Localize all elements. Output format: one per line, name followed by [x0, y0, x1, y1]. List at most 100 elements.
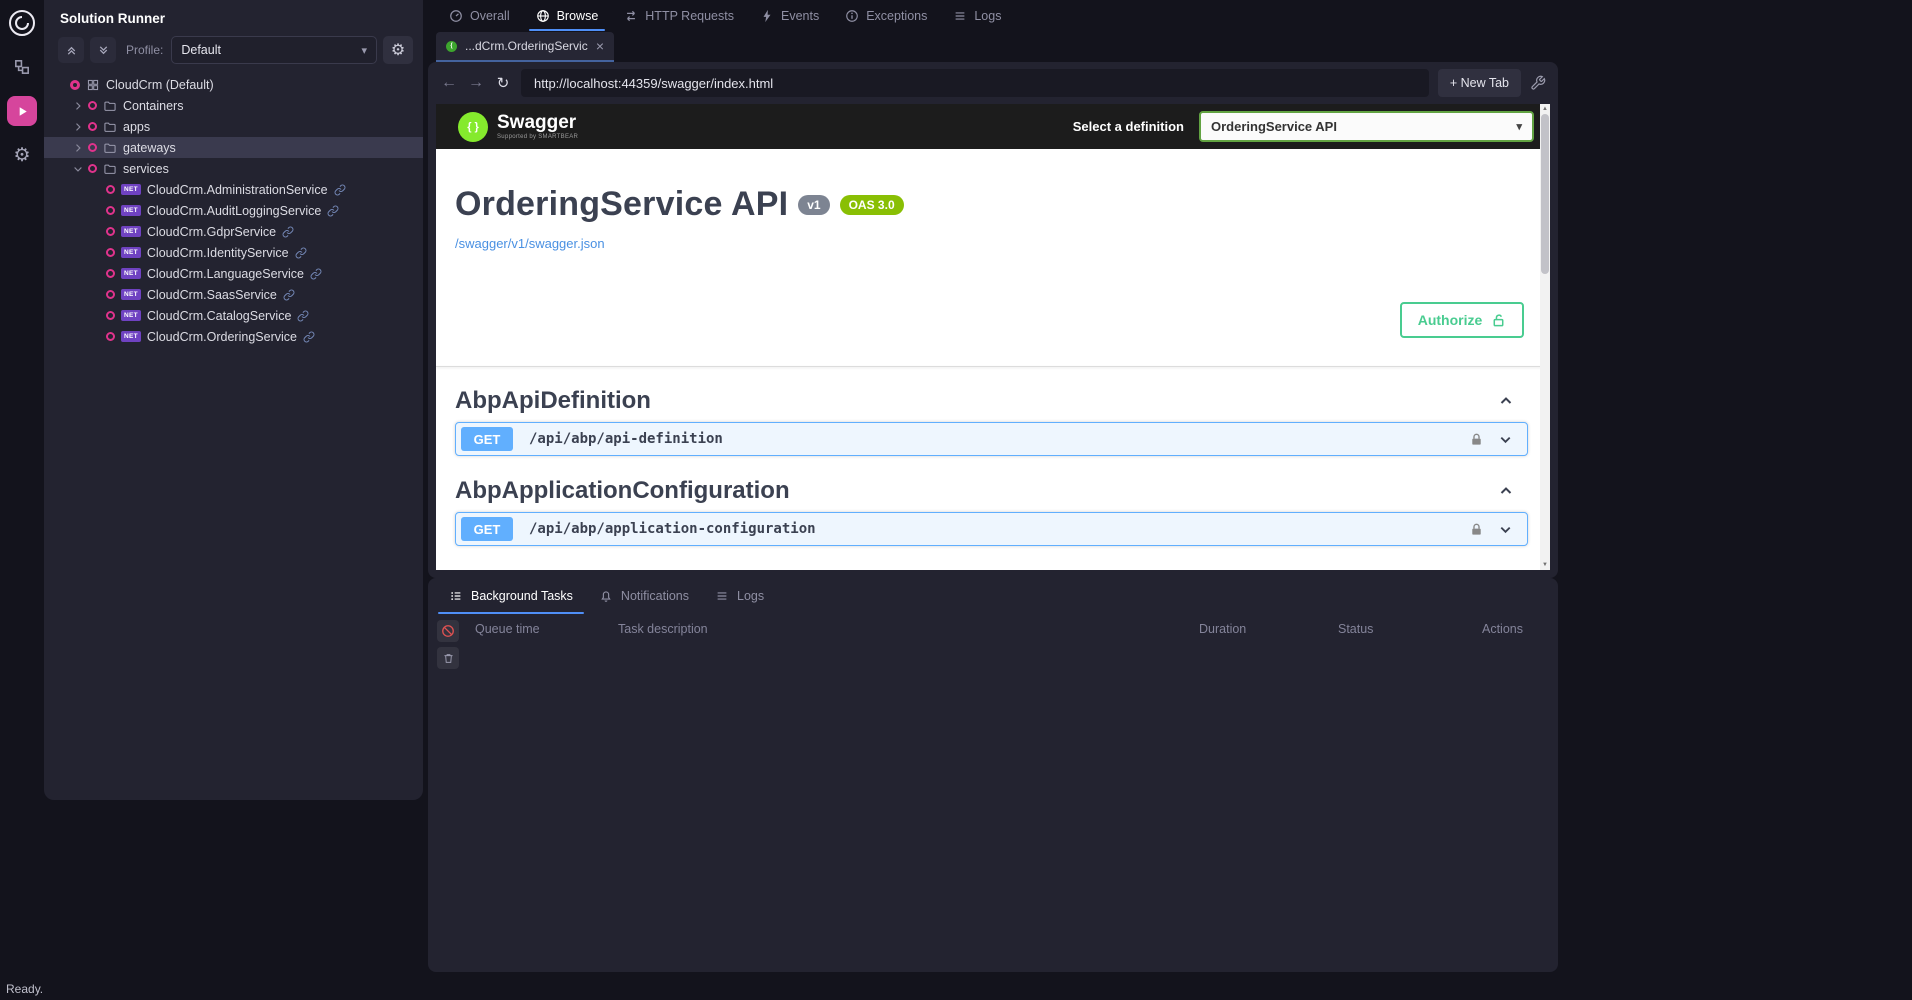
- tree-item-apps[interactable]: apps: [44, 116, 423, 137]
- tree-item-service[interactable]: NET CloudCrm.CatalogService: [44, 305, 423, 326]
- task-list-icon: [449, 589, 463, 603]
- status-ring-icon: [106, 185, 115, 194]
- status-ring-icon: [106, 206, 115, 215]
- profile-label: Profile:: [126, 43, 163, 57]
- expand-operation-icon[interactable]: [1498, 432, 1513, 447]
- tree-item-service[interactable]: NET CloudCrm.GdprService: [44, 221, 423, 242]
- forward-button[interactable]: →: [467, 74, 485, 92]
- tree-item-gateways[interactable]: gateways: [44, 137, 423, 158]
- api-sections: AbpApiDefinition GET /api/abp/api-defini…: [455, 372, 1528, 552]
- tab-events[interactable]: Events: [747, 0, 832, 31]
- status-ring-icon: [88, 101, 97, 110]
- tree-item-label: gateways: [123, 141, 176, 155]
- link-icon: [283, 289, 295, 301]
- gauge-icon: [449, 9, 463, 23]
- tasks-table-header: Queue time Task description Duration Sta…: [428, 622, 1558, 640]
- tab-logs[interactable]: Logs: [940, 0, 1014, 31]
- swagger-json-link[interactable]: /swagger/v1/swagger.json: [455, 236, 605, 251]
- new-tab-button[interactable]: + New Tab: [1438, 69, 1521, 97]
- collapse-all-button[interactable]: [58, 37, 84, 63]
- solution-explorer-icon[interactable]: [7, 52, 37, 82]
- link-icon: [295, 247, 307, 259]
- refresh-button[interactable]: ↻: [494, 74, 512, 92]
- expand-operation-icon[interactable]: [1498, 522, 1513, 537]
- column-actions: Actions: [1482, 622, 1523, 636]
- link-icon: [297, 310, 309, 322]
- link-icon: [334, 184, 346, 196]
- tab-exceptions[interactable]: Exceptions: [832, 0, 940, 31]
- browser-tab[interactable]: { ...dCrm.OrderingService ×: [436, 32, 614, 62]
- definition-select-label: Select a definition: [1073, 119, 1184, 134]
- collapse-section-icon[interactable]: [1498, 393, 1514, 409]
- status-ring-icon: [106, 269, 115, 278]
- folder-icon: [103, 120, 117, 134]
- back-button[interactable]: ←: [440, 74, 458, 92]
- column-queue-time: Queue time: [475, 622, 540, 636]
- lock-icon[interactable]: [1469, 432, 1484, 447]
- definition-select[interactable]: OrderingService API ▾: [1199, 111, 1534, 142]
- operation-get-api-definition[interactable]: GET /api/abp/api-definition: [455, 422, 1528, 456]
- url-input[interactable]: [521, 69, 1429, 97]
- section-title: AbpApiDefinition: [455, 387, 651, 415]
- tree-item-label: CloudCrm (Default): [106, 78, 214, 92]
- lock-icon[interactable]: [1469, 522, 1484, 537]
- authorize-button[interactable]: Authorize: [1400, 302, 1524, 338]
- clear-tasks-button[interactable]: [437, 647, 459, 669]
- link-icon: [282, 226, 294, 238]
- version-badge: v1: [798, 195, 829, 215]
- profile-settings-button[interactable]: ⚙: [383, 36, 413, 64]
- tree-item-label: CloudCrm.IdentityService: [147, 246, 289, 260]
- scroll-down-icon[interactable]: ▼: [1542, 560, 1548, 570]
- tab-background-tasks[interactable]: Background Tasks: [436, 578, 586, 614]
- bottom-tabs: Background Tasks Notifications Logs: [428, 578, 1558, 614]
- scrollbar-thumb[interactable]: [1541, 114, 1549, 274]
- swagger-favicon-icon: {: [446, 41, 457, 52]
- tree-item-root[interactable]: CloudCrm (Default): [44, 74, 423, 95]
- swagger-brand: Swagger: [497, 113, 578, 132]
- chevron-right-icon[interactable]: [70, 121, 86, 133]
- swagger-brand-sub: Supported by SMARTBEAR: [497, 134, 578, 140]
- profile-select[interactable]: Default ▾: [171, 36, 377, 64]
- browser-tab-strip: { ...dCrm.OrderingService ×: [436, 32, 614, 62]
- method-badge: GET: [461, 517, 513, 541]
- tree-item-service[interactable]: NET CloudCrm.AuditLoggingService: [44, 200, 423, 221]
- operation-get-application-configuration[interactable]: GET /api/abp/application-configuration: [455, 512, 1528, 546]
- tree-item-service[interactable]: NET CloudCrm.AdministrationService: [44, 179, 423, 200]
- tree-item-service[interactable]: NET CloudCrm.IdentityService: [44, 242, 423, 263]
- info-circle-icon: [845, 9, 859, 23]
- solution-runner-button[interactable]: [7, 96, 37, 126]
- tab-bottom-logs[interactable]: Logs: [702, 578, 777, 614]
- column-status: Status: [1338, 622, 1373, 636]
- section-abp-application-configuration[interactable]: AbpApplicationConfiguration: [455, 470, 1528, 512]
- status-ring-icon: [106, 290, 115, 299]
- scroll-up-icon[interactable]: ▲: [1542, 104, 1548, 114]
- tree-item-service[interactable]: NET CloudCrm.LanguageService: [44, 263, 423, 284]
- dotnet-badge: NET: [121, 289, 141, 300]
- browser-scrollbar[interactable]: ▲ ▼: [1540, 104, 1550, 570]
- activity-rail: ⚙: [0, 0, 44, 978]
- method-badge: GET: [461, 427, 513, 451]
- tree-item-services[interactable]: services: [44, 158, 423, 179]
- devtools-wrench-icon[interactable]: [1530, 75, 1546, 91]
- settings-gear-icon[interactable]: ⚙: [7, 140, 37, 170]
- expand-all-button[interactable]: [90, 37, 116, 63]
- dotnet-badge: NET: [121, 331, 141, 342]
- tab-overall[interactable]: Overall: [436, 0, 523, 31]
- tree-item-service[interactable]: NET CloudCrm.SaasService: [44, 284, 423, 305]
- tab-http-requests[interactable]: HTTP Requests: [611, 0, 747, 31]
- operation-path: /api/abp/application-configuration: [529, 521, 816, 537]
- tree-item-containers[interactable]: Containers: [44, 95, 423, 116]
- tree-item-label: apps: [123, 120, 150, 134]
- collapse-section-icon[interactable]: [1498, 483, 1514, 499]
- chevron-down-icon: ▾: [1516, 120, 1522, 133]
- chevron-right-icon[interactable]: [70, 100, 86, 112]
- chevron-right-icon[interactable]: [70, 142, 86, 154]
- app-logo-icon[interactable]: [7, 8, 37, 38]
- tab-notifications[interactable]: Notifications: [586, 578, 702, 614]
- tab-browse[interactable]: Browse: [523, 0, 612, 31]
- close-tab-icon[interactable]: ×: [596, 39, 604, 53]
- tree-item-service[interactable]: NET CloudCrm.OrderingService: [44, 326, 423, 347]
- chevron-down-icon[interactable]: [70, 163, 86, 175]
- browser-panel: ← → ↻ + New Tab { } Swagger Supported by…: [428, 62, 1558, 578]
- section-abp-api-definition[interactable]: AbpApiDefinition: [455, 380, 1528, 422]
